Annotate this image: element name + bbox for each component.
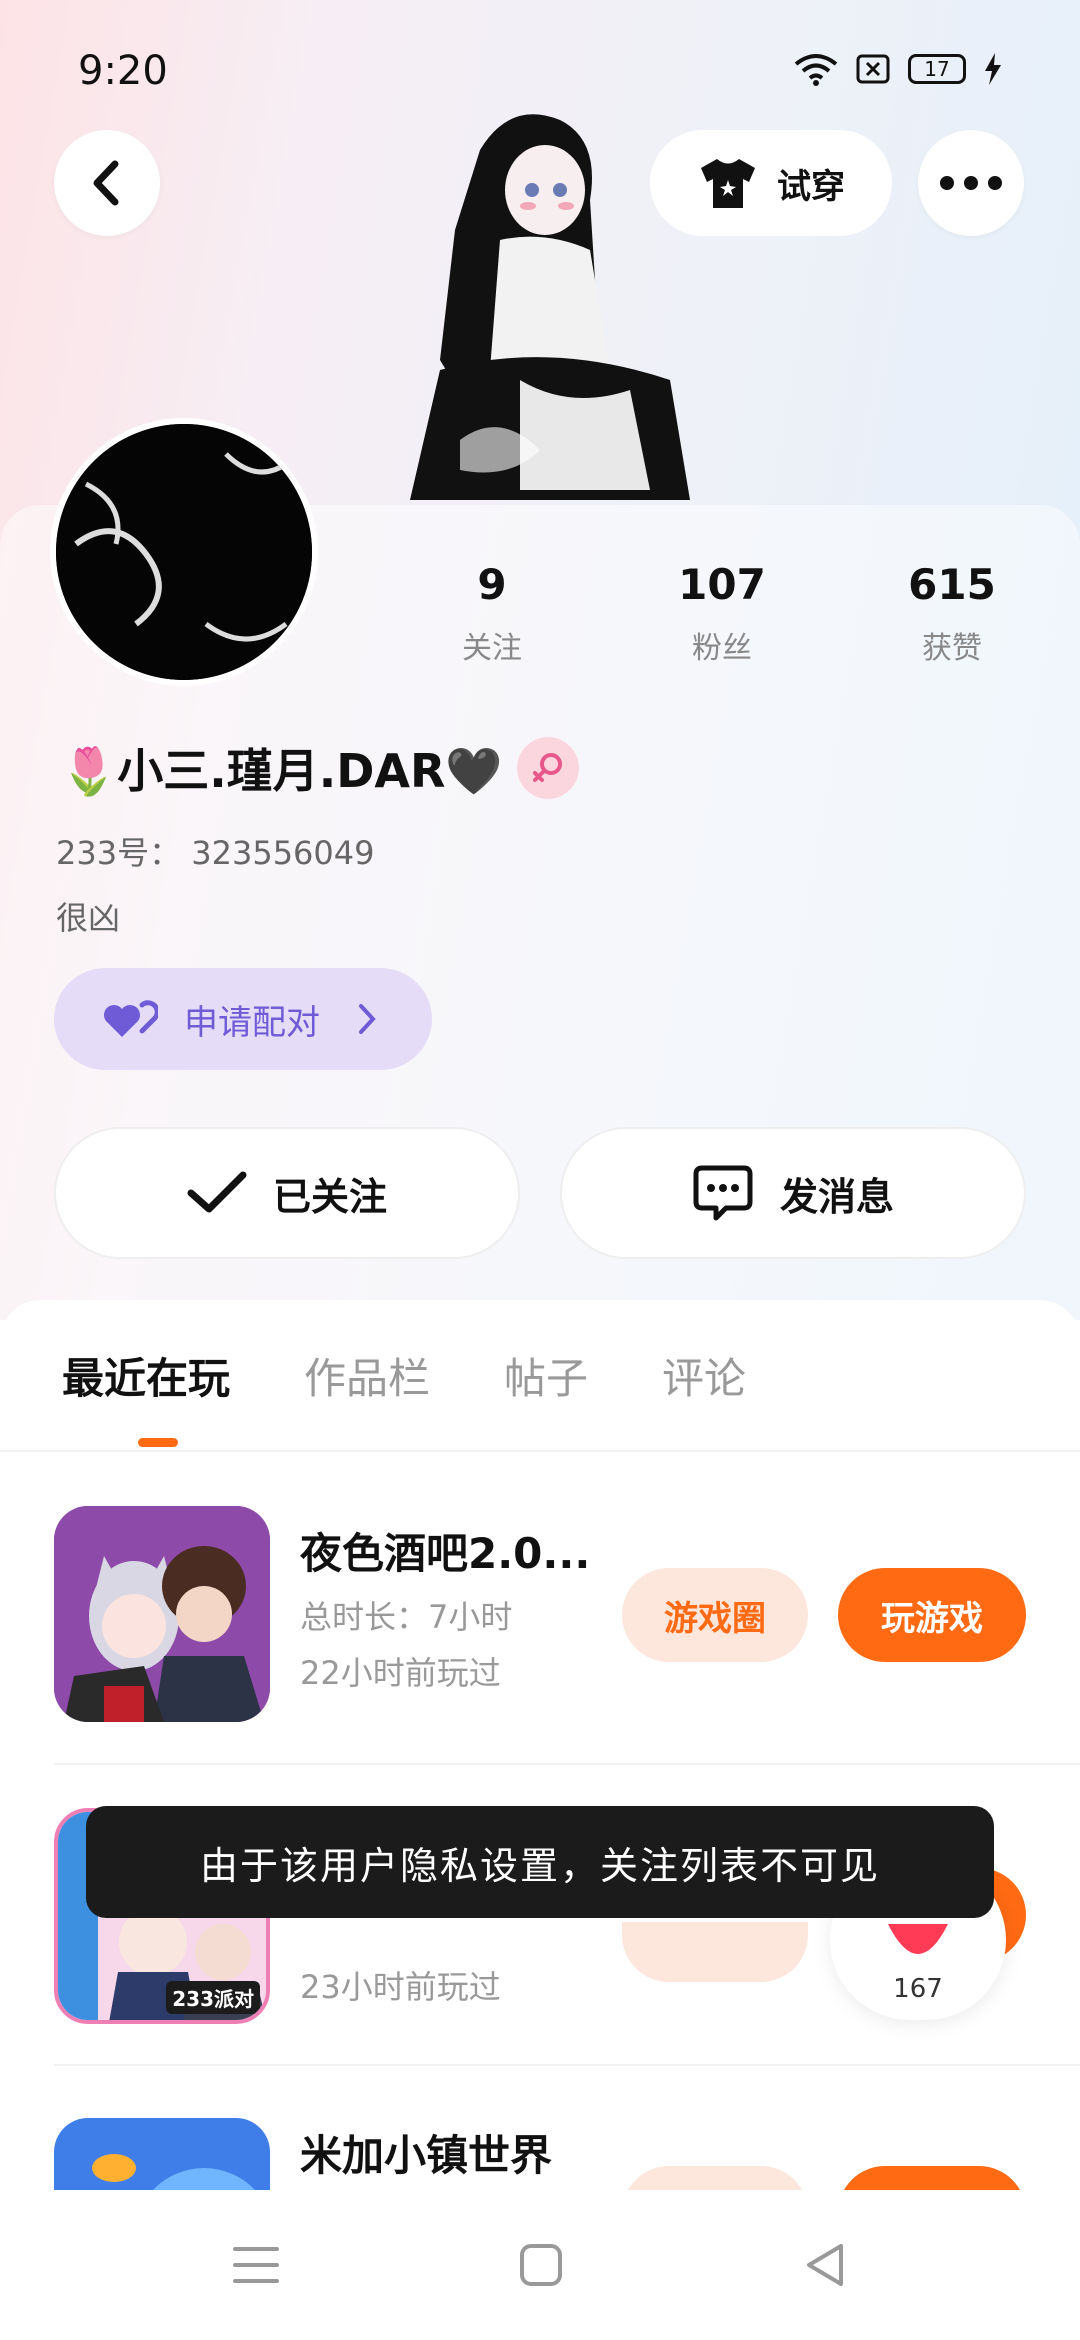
tab-comments[interactable]: 评论 [662,1345,746,1406]
more-button[interactable] [918,130,1024,236]
female-gender-badge [516,737,579,799]
avatar-character-image [410,114,690,500]
tab-works[interactable]: 作品栏 [304,1345,430,1406]
tab-recently-played[interactable]: 最近在玩 [62,1345,230,1406]
check-icon [187,1171,247,1213]
home-icon[interactable] [519,2243,563,2287]
followed-button[interactable]: 已关注 [54,1127,520,1259]
stat-fans-label: 粉丝 [692,631,752,666]
game-thumbnail[interactable] [54,1506,270,1722]
battery-icon: 17 [908,54,966,84]
back-nav-icon[interactable] [803,2242,847,2288]
user-id[interactable]: 233号： 323556049 [56,828,375,874]
status-time: 9:20 [78,48,168,94]
tab-posts[interactable]: 帖子 [504,1345,588,1406]
game-circle-button[interactable] [622,1922,808,1982]
avatar[interactable] [50,418,318,686]
tshirt-icon [701,159,755,208]
back-button[interactable] [54,130,160,236]
row-divider [54,1763,1080,1765]
stat-likes-value: 615 [908,560,996,609]
profile-tabs: 最近在玩 作品栏 帖子 评论 [62,1345,746,1406]
game-playtime: 总时长：7小时 [300,1598,513,1636]
game-badge: 233派对 [166,1981,260,2014]
charging-icon [985,53,1001,85]
like-count: 167 [893,1974,943,2004]
game-thumbnail[interactable] [54,2118,270,2190]
status-icons: 17 [794,52,1002,86]
game-circle-button[interactable] [622,2166,808,2190]
chat-bubble-icon [693,1165,753,1221]
system-navigation-bar [0,2190,1080,2340]
request-pair-button[interactable]: 申请配对 [54,968,432,1070]
game-cover-image [54,2118,270,2190]
heart-icon [888,1924,948,1954]
chevron-left-icon [93,160,119,206]
send-message-button[interactable]: 发消息 [560,1127,1026,1259]
try-on-label: 试穿 [777,166,845,207]
followed-label: 已关注 [272,1174,387,1219]
game-list-item[interactable]: 夜色酒吧2.0... 总时长：7小时 22小时前玩过 游戏圈 玩游戏 [0,1500,1080,1800]
game-title[interactable]: 米加小镇世界 [300,2122,552,2183]
stat-following-value: 9 [477,560,507,609]
recent-apps-icon[interactable] [233,2245,279,2285]
nickname-row: 🌷小三.瑾月.DAR🖤 [60,735,579,801]
battery-level: 17 [924,57,950,81]
female-icon [532,753,562,782]
nickname: 🌷小三.瑾月.DAR🖤 [60,744,503,798]
stat-likes-label: 获赞 [922,631,982,666]
game-cover-image [54,1506,270,1722]
tab-divider [0,1450,1080,1452]
stat-fans-value: 107 [678,560,766,609]
more-dots-icon [940,176,1002,190]
stat-likes[interactable]: 615 获赞 [872,560,1032,667]
row-divider [54,2064,1080,2066]
game-last-played: 23小时前玩过 [300,1968,501,2006]
game-last-played: 22小时前玩过 [300,1654,501,1692]
stat-following[interactable]: 9 关注 [412,560,572,667]
play-game-button[interactable]: 玩游戏 [838,1568,1026,1662]
sim-off-icon [856,54,890,84]
moon-avatar-image [56,424,312,680]
active-tab-indicator [138,1438,178,1447]
play-game-button[interactable] [838,2166,1026,2190]
wifi-icon [794,54,838,86]
request-pair-label: 申请配对 [184,1002,320,1043]
privacy-toast: 由于该用户隐私设置，关注列表不可见 [86,1806,994,1918]
user-bio: 很凶 [56,899,121,937]
send-message-label: 发消息 [779,1174,894,1219]
hearts-icon [104,1000,158,1037]
stat-following-label: 关注 [462,631,522,666]
game-circle-button[interactable]: 游戏圈 [622,1568,808,1662]
chevron-right-icon [359,1004,376,1034]
stat-fans[interactable]: 107 粉丝 [642,560,802,667]
game-list-item[interactable]: 米加小镇世界 [0,2100,1080,2190]
game-title[interactable]: 夜色酒吧2.0... [300,1520,590,1581]
